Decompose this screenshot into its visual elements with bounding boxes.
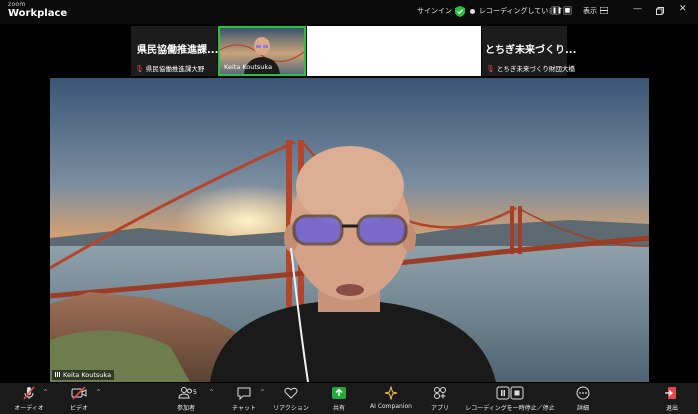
signal-strength-icon <box>55 372 61 377</box>
ai-companion-button[interactable]: AI Companion <box>366 386 416 410</box>
participant-name-small: Keita Koutsuka <box>224 63 273 71</box>
leave-button[interactable]: 退出 <box>660 386 684 412</box>
chat-options-caret[interactable]: ^ <box>260 389 265 396</box>
signin-link[interactable]: サインイン <box>417 6 452 16</box>
participant-name-small: 🎙 県民協働推進課大野 <box>135 65 205 73</box>
view-grid-icon[interactable] <box>600 7 608 14</box>
pause-recording-icon[interactable]: ❚❚ <box>551 6 562 15</box>
title-bar: zoom Workplace サインイン レコーディングしています... ❚❚ … <box>0 0 698 24</box>
speaker-video <box>50 78 649 382</box>
participants-icon <box>178 387 192 399</box>
more-dots-icon <box>576 386 590 400</box>
main-video-name-label: Keita Koutsuka <box>52 370 115 380</box>
meeting-toolbar: オーディオ ^ ビデオ ^ 参加者 5 ^ チャット ^ リアクション 共有 A… <box>0 383 698 414</box>
apps-icon <box>434 387 446 399</box>
reactions-button[interactable]: リアクション <box>272 386 310 412</box>
chat-bubble-icon <box>237 387 251 400</box>
chat-button[interactable]: チャット <box>228 386 260 412</box>
thumbnail-tile-active-speaker[interactable]: Keita Koutsuka <box>218 26 306 76</box>
participant-name-small: 🎙 とちぎ未来づくり財団大橋 <box>486 65 575 73</box>
view-menu[interactable]: 表示 <box>583 6 597 16</box>
audio-options-caret[interactable]: ^ <box>43 389 48 396</box>
thumbnail-tile-blank[interactable] <box>307 26 481 76</box>
share-button[interactable]: 共有 <box>325 386 353 412</box>
thumbnail-tile[interactable]: とちぎ未来づくり... 🎙 とちぎ未来づくり財団大橋 <box>482 26 576 76</box>
video-camera-off-icon <box>71 386 87 400</box>
pause-stop-icon <box>496 386 524 400</box>
participants-count: 5 <box>193 389 197 396</box>
apps-button[interactable]: アプリ <box>426 386 454 412</box>
leave-door-icon <box>665 387 676 399</box>
share-screen-icon <box>332 387 346 399</box>
ai-sparkle-icon <box>384 386 398 400</box>
participants-options-caret[interactable]: ^ <box>209 389 214 396</box>
close-icon[interactable]: ✕ <box>679 4 687 14</box>
video-button[interactable]: ビデオ <box>64 386 94 412</box>
minimize-icon[interactable]: — <box>633 4 642 14</box>
restore-icon[interactable] <box>656 7 664 15</box>
shield-icon[interactable] <box>455 6 465 17</box>
video-options-caret[interactable]: ^ <box>96 389 101 396</box>
participant-name-large: 県民協働推進課... <box>137 45 219 56</box>
more-button[interactable]: 詳細 <box>570 386 596 412</box>
mic-muted-icon: 🎙 <box>486 65 495 73</box>
brand-bottom: Workplace <box>8 8 68 19</box>
recording-dot-icon <box>470 9 475 14</box>
mic-muted-icon: 🎙 <box>135 65 144 73</box>
stop-recording-icon[interactable]: ■ <box>563 6 572 15</box>
thumbnail-tile[interactable]: 県民協働推進課... 🎙 県民協働推進課大野 <box>131 26 219 76</box>
mic-muted-icon <box>23 386 35 400</box>
audio-button[interactable]: オーディオ <box>12 386 46 412</box>
heart-icon <box>284 387 298 399</box>
participant-name-large: とちぎ未来づくり... <box>485 45 577 56</box>
zoom-logo: zoom Workplace <box>8 2 67 19</box>
recording-control-button[interactable]: レコーディングを一時停止／停止 <box>462 386 558 412</box>
participants-button[interactable]: 参加者 <box>170 386 202 412</box>
main-video-view[interactable]: Keita Koutsuka <box>50 78 649 382</box>
